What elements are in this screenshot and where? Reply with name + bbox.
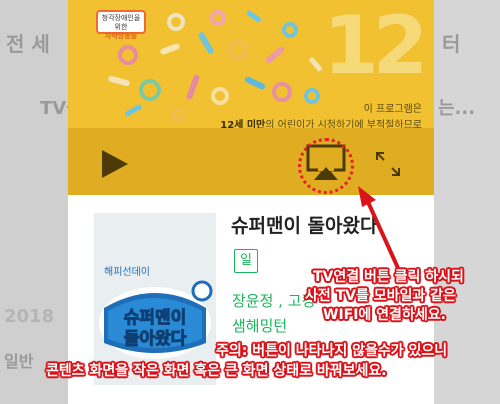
player-controls-bar: [68, 128, 434, 195]
poster-title-line2: 돌아왔다: [124, 329, 187, 349]
program-title: 슈퍼맨이 돌아왔다: [231, 215, 378, 237]
video-player[interactable]: 청각장애인을 위한 자막방송중 12 이 프로그램은 12세 미만의 어린이가 …: [68, 0, 434, 195]
background-text: 는...: [438, 98, 476, 119]
highlight-circle: [298, 138, 354, 194]
annotation-line1: TV연결 버튼 클릭 하시되: [313, 269, 464, 285]
annotation-line5: 콘텐츠 화면을 작은 화면 혹은 큰 화면 상태로 바꿔보세요.: [46, 363, 387, 379]
background-text: 전 세: [6, 32, 50, 56]
broadcast-day-tag: 일: [234, 249, 258, 273]
background-text: 터: [442, 32, 461, 56]
background-text: 2018: [4, 306, 55, 327]
background-left-panel: [0, 0, 70, 404]
caption-broadcast-badge: 청각장애인을 위한 자막방송중: [96, 10, 146, 40]
badge-line2: 자막방송중: [104, 32, 138, 40]
annotation-line2: 사전 TV를 모바일과 같은: [305, 288, 456, 304]
background-text: 일반: [4, 352, 34, 371]
annotation-line4: 주의: 버튼이 나타나지 않을수가 있으니: [216, 343, 448, 359]
cast-link[interactable]: 샘해밍턴: [232, 315, 287, 336]
play-icon[interactable]: [102, 150, 128, 178]
cast-link[interactable]: 장윤정 , 고경: [232, 290, 315, 311]
badge-line1: 청각장애인을 위한: [101, 14, 141, 31]
poster-logo-small: 해피선데이: [104, 265, 150, 278]
age-rating-number: 12: [323, 0, 428, 92]
expand-icon[interactable]: [374, 150, 402, 178]
rating-notice-line1: 이 프로그램은: [363, 104, 422, 115]
annotation-line3: WIFI에 연결하세요.: [323, 307, 446, 323]
poster-title-line1: 슈퍼맨이: [124, 308, 187, 328]
